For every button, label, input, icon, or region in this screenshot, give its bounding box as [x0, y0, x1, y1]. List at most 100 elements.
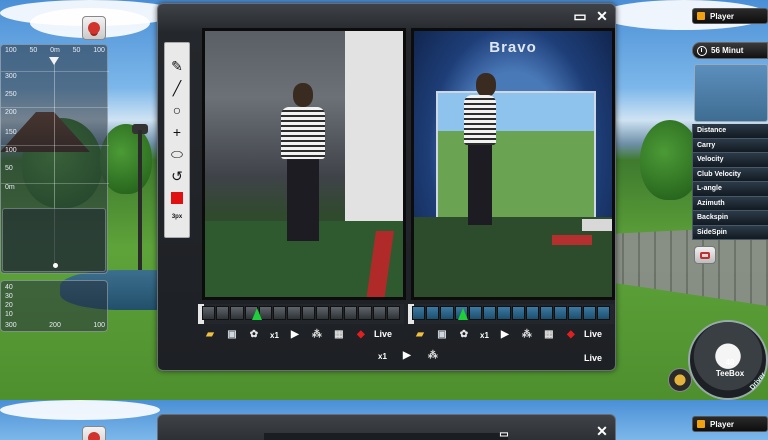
golfer-legs	[468, 145, 492, 225]
tee-marker-button[interactable]	[82, 16, 106, 40]
frame-thumb	[539, 306, 554, 320]
timer-indicator: 56 Minut	[692, 42, 768, 59]
side-video-timeline[interactable]	[408, 304, 614, 324]
swing-video-window: ▭ ✕ ✎ ╱ ○ + ⬭ ↺ 3px Bravo ▰ ▣ ✿ x1 ▶ ⁂ ▦…	[157, 3, 616, 371]
frame-thumb	[582, 306, 596, 320]
grid-icon[interactable]: ▦	[333, 329, 345, 341]
gauge-line	[1, 183, 109, 184]
frame-thumb	[596, 306, 611, 320]
side-gauge: 40 30 20 10 300 200 100	[0, 280, 108, 332]
settings-icon[interactable]: ✿	[248, 329, 260, 341]
play-icon[interactable]: ▶	[289, 329, 301, 341]
frame-thumb	[230, 306, 244, 320]
side-gauge-tick: 30	[5, 293, 13, 300]
close-window-icon: ✕	[596, 423, 608, 439]
brand-sign: Bravo	[489, 39, 537, 56]
line-width-label[interactable]: 3px	[168, 211, 186, 223]
gauge-tick: 300	[5, 73, 17, 80]
drawing-toolbox: ✎ ╱ ○ + ⬭ ↺ 3px	[164, 42, 190, 238]
frame-thumbnails	[202, 306, 401, 320]
player-color-icon	[697, 420, 705, 428]
player-label: Player	[710, 11, 735, 21]
camera-button[interactable]	[694, 246, 716, 264]
frame-thumb	[511, 306, 525, 320]
undo-tool-icon[interactable]: ↺	[168, 167, 186, 185]
stat-velocity: Velocity	[692, 153, 768, 168]
speed-button[interactable]: x1	[270, 331, 279, 340]
frame-thumb	[301, 306, 315, 320]
gauge-top-label: 50	[29, 47, 38, 54]
frame-thumb	[202, 306, 216, 320]
record-icon[interactable]: ◆	[355, 329, 367, 341]
lamp-post	[138, 130, 142, 280]
frame-thumb	[525, 306, 539, 320]
global-speed-button[interactable]: x1	[378, 352, 387, 361]
slow-motion-icon[interactable]: ⁂	[311, 329, 323, 341]
hole-map[interactable]	[694, 64, 768, 122]
open-folder-icon[interactable]: ▰	[414, 329, 426, 341]
speed-button[interactable]: x1	[480, 331, 489, 340]
front-view-video[interactable]	[202, 28, 406, 300]
timer-label: 56 Minut	[711, 46, 744, 55]
pencil-tool-icon[interactable]: ✎	[168, 57, 186, 75]
grid-icon[interactable]: ▦	[543, 329, 555, 341]
tee-marker-dot	[88, 432, 100, 440]
eraser-tool-icon[interactable]: ⬭	[168, 145, 186, 163]
frame-thumb	[468, 306, 483, 320]
close-window-button[interactable]: ✕	[594, 8, 610, 24]
player-indicator[interactable]: Player	[692, 8, 768, 24]
gauge-tick: 100	[5, 147, 17, 154]
club-selector-dial[interactable]: 40 TeeBox Driver	[688, 320, 768, 400]
front-video-timeline[interactable]	[198, 304, 404, 324]
golfer-head	[293, 83, 313, 107]
live-button[interactable]: Live	[374, 329, 392, 339]
color-picker-button[interactable]	[171, 192, 183, 204]
live-button[interactable]: Live	[584, 329, 602, 339]
camera-icon	[700, 251, 710, 259]
save-icon[interactable]: ▣	[226, 329, 238, 341]
playhead-marker[interactable]	[458, 308, 468, 320]
tree	[640, 120, 700, 200]
play-icon[interactable]: ▶	[499, 329, 511, 341]
frame-thumb	[287, 306, 301, 320]
settings-icon[interactable]: ✿	[458, 329, 470, 341]
background-duplicate-strip: ▭ ✕ Player	[0, 400, 768, 440]
frame-thumb	[358, 306, 372, 320]
gauge-top-label: 100	[5, 47, 17, 54]
frame-thumb	[568, 306, 582, 320]
tee-pad	[582, 219, 612, 231]
circle-tool-icon[interactable]: ○	[168, 101, 186, 119]
restore-window-button[interactable]: ▭	[572, 8, 588, 24]
record-icon[interactable]: ◆	[565, 329, 577, 341]
gauge-line	[1, 71, 109, 72]
line-tool-icon[interactable]: ╱	[168, 79, 186, 97]
global-play-icon[interactable]: ▶	[401, 350, 413, 362]
frame-thumb	[273, 306, 287, 320]
slow-motion-icon[interactable]: ⁂	[521, 329, 533, 341]
frame-thumbnails	[412, 306, 611, 320]
frame-thumb	[554, 306, 568, 320]
global-live-button[interactable]: Live	[584, 353, 602, 363]
frame-thumb	[497, 306, 511, 320]
wall	[345, 31, 403, 231]
frame-thumb	[426, 306, 440, 320]
settings-dial-button[interactable]	[668, 368, 692, 392]
clock-icon	[697, 45, 707, 56]
duplicate-window-inner	[264, 433, 508, 440]
save-icon[interactable]: ▣	[436, 329, 448, 341]
frame-thumb	[216, 306, 230, 320]
crosshair-tool-icon[interactable]: +	[168, 123, 186, 141]
stat-carry: Carry	[692, 138, 768, 153]
playhead-marker[interactable]	[252, 308, 262, 320]
frame-thumb	[412, 306, 426, 320]
side-view-video[interactable]: Bravo	[411, 28, 615, 300]
side-gauge-tick: 40	[5, 284, 13, 291]
front-video-controls: ▰ ▣ ✿ x1 ▶ ⁂ ▦ ◆	[204, 326, 367, 344]
open-folder-icon[interactable]: ▰	[204, 329, 216, 341]
stat-azimuth: Azimuth	[692, 196, 768, 211]
tee-marker-icon	[82, 426, 106, 440]
gauge-tick: 250	[5, 91, 17, 98]
gauge-tick: 0m	[5, 184, 15, 191]
player-indicator: Player	[692, 416, 768, 432]
global-slow-motion-icon[interactable]: ⁂	[427, 350, 439, 362]
